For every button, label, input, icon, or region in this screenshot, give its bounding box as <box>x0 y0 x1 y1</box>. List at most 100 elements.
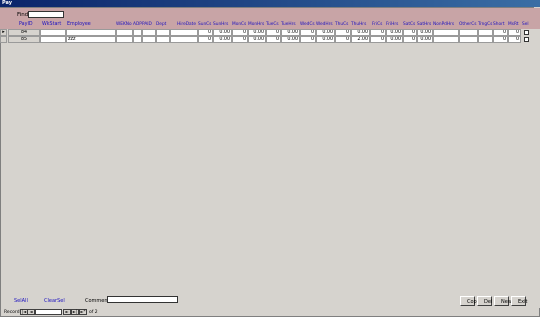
cell-wedh[interactable]: 0.00 <box>316 36 335 43</box>
cell-dept[interactable] <box>156 36 170 43</box>
col-header-employee: Employee <box>67 22 91 27</box>
col-header-sel: Sel <box>522 22 529 27</box>
cell-wkno[interactable] <box>116 29 133 36</box>
cell-adp[interactable] <box>133 36 142 43</box>
table-row: ▸ 84 0 0.00 0 0.00 0 0.00 0 0.00 0 0.00 … <box>0 29 540 36</box>
next-record-icon[interactable]: ► <box>63 309 71 315</box>
cell-paid[interactable] <box>142 29 156 36</box>
cell-fric[interactable]: 0 <box>370 36 386 43</box>
col-header-thuc: ThuCs <box>335 22 349 27</box>
cell-hiredate[interactable] <box>170 36 198 43</box>
exit-button[interactable]: Exit <box>511 296 527 306</box>
current-record-input[interactable] <box>35 309 62 315</box>
col-header-hiredate: HireDate <box>177 22 197 27</box>
cell-monh[interactable]: 0.00 <box>248 29 266 36</box>
cell-msrt[interactable]: 0 <box>508 29 521 36</box>
cell-sunc[interactable]: 0 <box>198 36 213 43</box>
cell-nonpd[interactable] <box>433 36 459 43</box>
clear-selection-link[interactable]: ClearSel <box>44 298 65 304</box>
cell-employee[interactable] <box>66 29 116 36</box>
col-header-tueh: TueHrs <box>281 22 296 27</box>
form-frame <box>0 7 540 317</box>
record-navigator: Record: |◄ ◄ ► ►| ►* of 2 <box>0 308 540 317</box>
copy-button[interactable]: Copy <box>460 296 480 306</box>
cell-satc[interactable]: 0 <box>403 29 417 36</box>
table-row: 85 zzz 0 0.00 0 0.00 0 0.00 0 0.00 0 2.0… <box>0 36 540 43</box>
comment-label: Comment <box>85 298 110 304</box>
cell-sath[interactable]: 0.00 <box>417 36 433 43</box>
cell-wedh[interactable]: 0.00 <box>316 29 335 36</box>
new-button[interactable]: New <box>494 296 512 306</box>
cell-msrt[interactable]: 0 <box>508 36 521 43</box>
record-selector[interactable] <box>0 36 7 43</box>
col-header-short: Short <box>493 22 505 27</box>
last-record-icon[interactable]: ►| <box>71 309 79 315</box>
cell-thuh[interactable]: 0.00 <box>351 29 370 36</box>
delete-button[interactable]: Del <box>477 296 492 306</box>
cell-frih[interactable]: 0.00 <box>386 36 403 43</box>
col-header-monc: MonCs <box>232 22 247 27</box>
select-all-link[interactable]: SelAll <box>14 298 28 304</box>
col-header-other: OtherCs <box>459 22 477 27</box>
prev-record-icon[interactable]: ◄ <box>27 309 35 315</box>
col-header-sunh: SunHrs <box>213 22 229 27</box>
cell-thuc[interactable]: 0 <box>335 29 351 36</box>
cell-thuh[interactable]: 2.00 <box>351 36 370 43</box>
cell-wkstart[interactable] <box>40 36 66 43</box>
cell-monh[interactable]: 0.00 <box>248 36 266 43</box>
col-header-wkstart: WkStart <box>42 22 62 27</box>
comment-input[interactable] <box>107 296 178 303</box>
cell-wedc[interactable]: 0 <box>300 36 316 43</box>
cell-sunh[interactable]: 0.00 <box>213 36 232 43</box>
cell-payid: 84 <box>8 29 40 36</box>
cell-tueh[interactable]: 0.00 <box>281 29 300 36</box>
cell-thuc[interactable]: 0 <box>335 36 351 43</box>
cell-nonpd[interactable] <box>433 29 459 36</box>
cell-fric[interactable]: 0 <box>370 29 386 36</box>
cell-frih[interactable]: 0.00 <box>386 29 403 36</box>
window-title: Pay <box>0 0 540 7</box>
find-label: Find <box>17 12 29 18</box>
cell-short[interactable]: 0 <box>493 29 508 36</box>
cell-adp[interactable] <box>133 29 142 36</box>
cell-sel-checkbox[interactable] <box>524 37 529 42</box>
cell-hiredate[interactable] <box>170 29 198 36</box>
col-header-wedc: WedCs <box>300 22 315 27</box>
new-record-icon[interactable]: ►* <box>79 309 87 315</box>
right-edge <box>534 7 540 308</box>
cell-wkstart[interactable] <box>40 29 66 36</box>
col-header-satc: SatCs <box>403 22 416 27</box>
cell-tuec[interactable]: 0 <box>266 29 281 36</box>
cell-sath[interactable]: 0.00 <box>417 29 433 36</box>
cell-paid[interactable] <box>142 36 156 43</box>
find-input[interactable] <box>28 11 64 18</box>
col-header-nonpd: NonPdHrs <box>433 22 455 27</box>
cell-payid: 85 <box>8 36 40 43</box>
cell-tuec[interactable]: 0 <box>266 36 281 43</box>
col-header-sath: SatHrs <box>417 22 432 27</box>
cell-other[interactable] <box>459 36 478 43</box>
cell-trng[interactable] <box>478 29 493 36</box>
cell-satc[interactable]: 0 <box>403 36 417 43</box>
cell-other[interactable] <box>459 29 478 36</box>
col-header-paid: PAID <box>142 22 152 27</box>
col-header-thuh: ThuHrs <box>351 22 367 27</box>
cell-sunc[interactable]: 0 <box>198 29 213 36</box>
cell-monc[interactable]: 0 <box>232 29 248 36</box>
cell-monc[interactable]: 0 <box>232 36 248 43</box>
cell-sunh[interactable]: 0.00 <box>213 29 232 36</box>
record-count: of 2 <box>89 310 98 315</box>
col-header-wedh: WedHrs <box>316 22 333 27</box>
record-selector-current[interactable]: ▸ <box>0 29 7 36</box>
cell-trng[interactable] <box>478 36 493 43</box>
cell-wedc[interactable]: 0 <box>300 29 316 36</box>
cell-wkno[interactable] <box>116 36 133 43</box>
cell-sel-checkbox[interactable] <box>524 30 529 35</box>
col-header-trng: TrngCs <box>478 22 493 27</box>
cell-short[interactable]: 0 <box>493 36 508 43</box>
cell-tueh[interactable]: 0.00 <box>281 36 300 43</box>
col-header-frih: FriHrs <box>386 22 399 27</box>
col-header-tuec: TueCs <box>266 22 279 27</box>
cell-dept[interactable] <box>156 29 170 36</box>
cell-employee[interactable]: zzz <box>66 36 116 43</box>
